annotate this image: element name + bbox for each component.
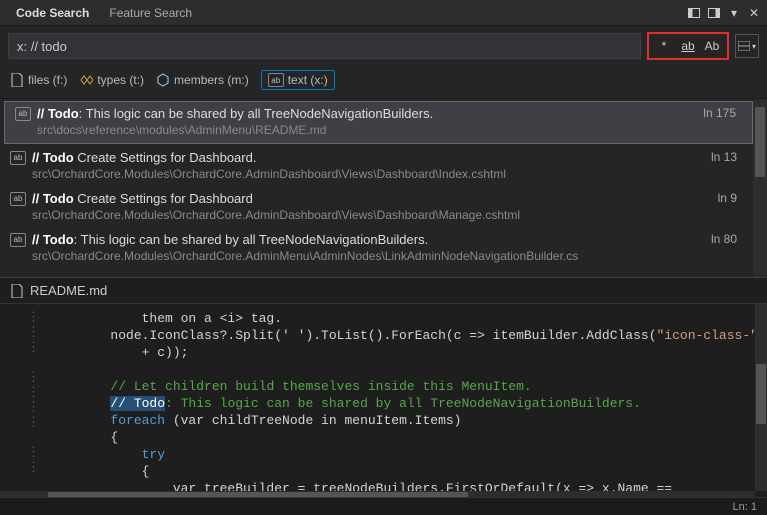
search-input[interactable] xyxy=(8,33,641,59)
search-options-group: * ab Ab xyxy=(647,32,729,60)
result-title: // Todo: This logic can be shared by all… xyxy=(32,232,428,247)
filter-label: members (m:) xyxy=(174,73,249,87)
view-mode-button[interactable]: ▾ xyxy=(735,34,759,58)
types-icon xyxy=(79,73,93,87)
tab-feature-search[interactable]: Feature Search xyxy=(99,2,202,24)
filter-files[interactable]: files (f:) xyxy=(10,70,67,90)
file-icon xyxy=(10,284,24,298)
text-icon: ab xyxy=(10,233,26,247)
text-icon: ab xyxy=(10,192,26,206)
filter-members[interactable]: members (m:) xyxy=(156,70,249,90)
filter-label: files (f:) xyxy=(28,73,67,87)
editor-vertical-thumb[interactable] xyxy=(756,364,766,424)
results-list: ab // Todo: This logic can be shared by a… xyxy=(0,99,767,277)
preview-file-tab[interactable]: README.md xyxy=(0,277,767,303)
result-line-number: ln 9 xyxy=(718,191,743,205)
code-preview: ⋮⋮⋮ ⋮⋮⋮⋮ ⋮⋮ them on a <i> tag. node.Icon… xyxy=(0,303,767,503)
gutter: ⋮⋮⋮ ⋮⋮⋮⋮ ⋮⋮ xyxy=(0,304,48,503)
search-result-item[interactable]: ab // Todo Create Settings for Dashboard s… xyxy=(0,187,753,228)
file-icon xyxy=(10,73,24,87)
result-path: src\OrchardCore.Modules\OrchardCore.Admi… xyxy=(10,249,578,263)
window-controls: ▾ ✕ xyxy=(687,6,761,20)
result-path: src\OrchardCore.Modules\OrchardCore.Admi… xyxy=(10,167,506,181)
results-scrollbar[interactable] xyxy=(753,99,767,277)
filter-row: files (f:) types (t:) members (m:) ab te… xyxy=(0,66,767,99)
titlebar-tabs: Code Search Feature Search xyxy=(6,2,202,24)
result-title: // Todo Create Settings for Dashboard. xyxy=(32,150,256,165)
status-bar: Ln: 1 xyxy=(0,497,767,515)
dock-right-icon[interactable] xyxy=(707,6,721,20)
result-line-number: ln 80 xyxy=(711,232,743,246)
result-title: // Todo: This logic can be shared by all… xyxy=(37,106,433,121)
result-line-number: ln 175 xyxy=(703,106,742,120)
result-line-number: ln 13 xyxy=(711,150,743,164)
editor-vertical-scrollbar[interactable] xyxy=(755,304,767,491)
preview-file-name: README.md xyxy=(30,283,107,298)
titlebar: Code Search Feature Search ▾ ✕ xyxy=(0,0,767,26)
close-icon[interactable]: ✕ xyxy=(747,6,761,20)
filter-types[interactable]: types (t:) xyxy=(79,70,144,90)
result-path: src\docs\reference\modules\AdminMenu\REA… xyxy=(15,123,433,137)
text-icon: ab xyxy=(15,107,31,121)
cursor-position: Ln: 1 xyxy=(733,501,757,513)
chevron-down-icon[interactable]: ▾ xyxy=(727,6,741,20)
whole-word-toggle[interactable]: ab xyxy=(677,36,699,56)
wildcard-toggle[interactable]: * xyxy=(653,36,675,56)
members-icon xyxy=(156,73,170,87)
search-result-item[interactable]: ab // Todo: This logic can be shared by a… xyxy=(0,228,753,269)
search-result-item[interactable]: ab // Todo Create Settings for Dashboard.… xyxy=(0,146,753,187)
filter-label: text (x:) xyxy=(288,73,328,87)
search-result-item[interactable]: ab // Todo: This logic can be shared by a… xyxy=(4,101,753,144)
tab-code-search[interactable]: Code Search xyxy=(6,2,99,24)
match-case-toggle[interactable]: Ab xyxy=(701,36,723,56)
results-scroll-thumb[interactable] xyxy=(755,107,765,177)
dock-left-icon[interactable] xyxy=(687,6,701,20)
result-path: src\OrchardCore.Modules\OrchardCore.Admi… xyxy=(10,208,520,222)
filter-text[interactable]: ab text (x:) xyxy=(261,70,335,90)
result-title: // Todo Create Settings for Dashboard xyxy=(32,191,253,206)
filter-label: types (t:) xyxy=(97,73,144,87)
search-row: * ab Ab ▾ xyxy=(0,26,767,66)
text-icon: ab xyxy=(268,73,284,87)
text-icon: ab xyxy=(10,151,26,165)
code-content[interactable]: them on a <i> tag. node.IconClass?.Split… xyxy=(48,304,767,503)
